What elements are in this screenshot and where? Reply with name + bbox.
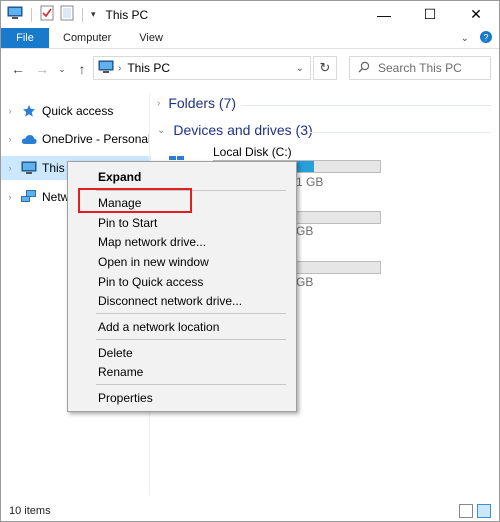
search-input[interactable]: Search This PC bbox=[349, 56, 491, 80]
breadcrumb[interactable]: This PC bbox=[127, 61, 170, 75]
tab-computer[interactable]: Computer bbox=[49, 28, 125, 48]
chevron-down-icon[interactable]: ⌄ bbox=[461, 33, 469, 44]
address-history-chevron-icon[interactable]: ⌄ bbox=[296, 63, 304, 74]
toolbar-separator bbox=[31, 7, 32, 22]
new-folder-icon[interactable] bbox=[60, 5, 74, 24]
tab-view[interactable]: View bbox=[125, 28, 177, 48]
navigation-bar: ← → ⌄ ↑ › This PC ⌄ ↻ Search This PC bbox=[1, 49, 499, 89]
cloud-icon bbox=[21, 131, 37, 147]
menu-item-pin-to-quick-access[interactable]: Pin to Quick access bbox=[68, 272, 296, 292]
nav-item-label: Quick access bbox=[42, 104, 114, 118]
breadcrumb-chevron-icon[interactable]: › bbox=[118, 63, 121, 74]
menu-item-pin-to-start[interactable]: Pin to Start bbox=[68, 213, 296, 233]
drive-size-text: 1 GB bbox=[296, 175, 324, 189]
item-count: 10 items bbox=[9, 505, 51, 517]
menu-item-disconnect-network-drive[interactable]: Disconnect network drive... bbox=[68, 291, 296, 311]
window-title: This PC bbox=[105, 7, 149, 22]
ribbon-right-controls: ⌄ ? bbox=[461, 28, 499, 48]
group-header-folders[interactable]: › Folders (7) bbox=[157, 95, 236, 111]
menu-item-map-network-drive[interactable]: Map network drive... bbox=[68, 232, 296, 252]
drive-name-c[interactable]: Local Disk (C:) bbox=[213, 145, 292, 159]
star-icon bbox=[21, 103, 37, 119]
computer-icon[interactable] bbox=[7, 6, 23, 23]
details-view-icon[interactable] bbox=[459, 504, 473, 518]
expand-arrow-icon[interactable]: › bbox=[3, 106, 17, 116]
drive-size-text: GB bbox=[296, 275, 314, 289]
group-expand-chevron-icon[interactable]: ⌄ bbox=[157, 125, 165, 136]
group-collapse-chevron-icon[interactable]: › bbox=[157, 98, 160, 109]
nav-item-onedrive[interactable]: › OneDrive - Personal bbox=[1, 127, 151, 151]
tiles-view-icon[interactable] bbox=[477, 504, 491, 518]
properties-icon[interactable] bbox=[40, 5, 54, 24]
window-controls: — ☐ ✕ bbox=[361, 1, 499, 28]
customize-toolbar-icon[interactable]: ▾ bbox=[91, 9, 96, 20]
up-arrow-icon[interactable]: ↑ bbox=[71, 58, 93, 80]
computer-icon bbox=[98, 60, 114, 77]
close-button[interactable]: ✕ bbox=[453, 1, 499, 28]
minimize-button[interactable]: — bbox=[361, 1, 407, 28]
menu-item-open-in-new-window[interactable]: Open in new window bbox=[68, 252, 296, 272]
nav-item-quick-access[interactable]: › Quick access bbox=[1, 99, 151, 123]
search-icon bbox=[358, 61, 370, 76]
explorer-window: ▾ This PC — ☐ ✕ File Computer View ⌄ ? ←… bbox=[0, 0, 500, 522]
ribbon-tabs: File Computer View ⌄ ? bbox=[1, 28, 499, 49]
group-header-label: Devices and drives (3) bbox=[173, 122, 313, 138]
maximize-button[interactable]: ☐ bbox=[407, 1, 453, 28]
back-arrow-icon[interactable]: ← bbox=[7, 58, 29, 80]
computer-icon bbox=[21, 160, 37, 176]
expand-arrow-icon[interactable]: › bbox=[3, 192, 17, 202]
menu-separator bbox=[96, 384, 286, 385]
menu-item-properties[interactable]: Properties bbox=[68, 388, 296, 408]
recent-locations-icon[interactable]: ⌄ bbox=[51, 58, 73, 80]
manage-highlight-annotation bbox=[78, 188, 192, 213]
menu-item-expand[interactable]: Expand bbox=[68, 167, 296, 187]
help-icon[interactable]: ? bbox=[479, 30, 493, 47]
refresh-button[interactable]: ↻ bbox=[313, 56, 337, 80]
title-bar: ▾ This PC — ☐ ✕ bbox=[1, 1, 499, 28]
menu-item-add-network-location[interactable]: Add a network location bbox=[68, 317, 296, 337]
svg-text:?: ? bbox=[483, 32, 488, 42]
address-bar[interactable]: › This PC ⌄ bbox=[93, 56, 311, 80]
group-divider-line bbox=[241, 105, 491, 106]
nav-item-label: OneDrive - Personal bbox=[42, 132, 151, 146]
expand-arrow-icon[interactable]: › bbox=[3, 134, 17, 144]
group-divider-line bbox=[309, 132, 491, 133]
menu-separator bbox=[96, 339, 286, 340]
network-icon bbox=[21, 189, 37, 205]
quick-access-toolbar: ▾ bbox=[1, 5, 96, 24]
menu-separator bbox=[96, 313, 286, 314]
status-bar: 10 items bbox=[1, 501, 499, 521]
forward-arrow-icon[interactable]: → bbox=[31, 58, 53, 80]
toolbar-separator bbox=[82, 7, 83, 22]
group-header-label: Folders (7) bbox=[168, 95, 237, 111]
drive-size-text: GB bbox=[296, 224, 314, 238]
view-switcher bbox=[459, 504, 491, 518]
tab-file[interactable]: File bbox=[1, 28, 49, 48]
group-header-devices[interactable]: ⌄ Devices and drives (3) bbox=[157, 122, 313, 138]
menu-item-delete[interactable]: Delete bbox=[68, 343, 296, 363]
menu-item-rename[interactable]: Rename bbox=[68, 362, 296, 382]
expand-arrow-icon[interactable]: › bbox=[3, 163, 17, 173]
search-placeholder: Search This PC bbox=[378, 61, 462, 75]
